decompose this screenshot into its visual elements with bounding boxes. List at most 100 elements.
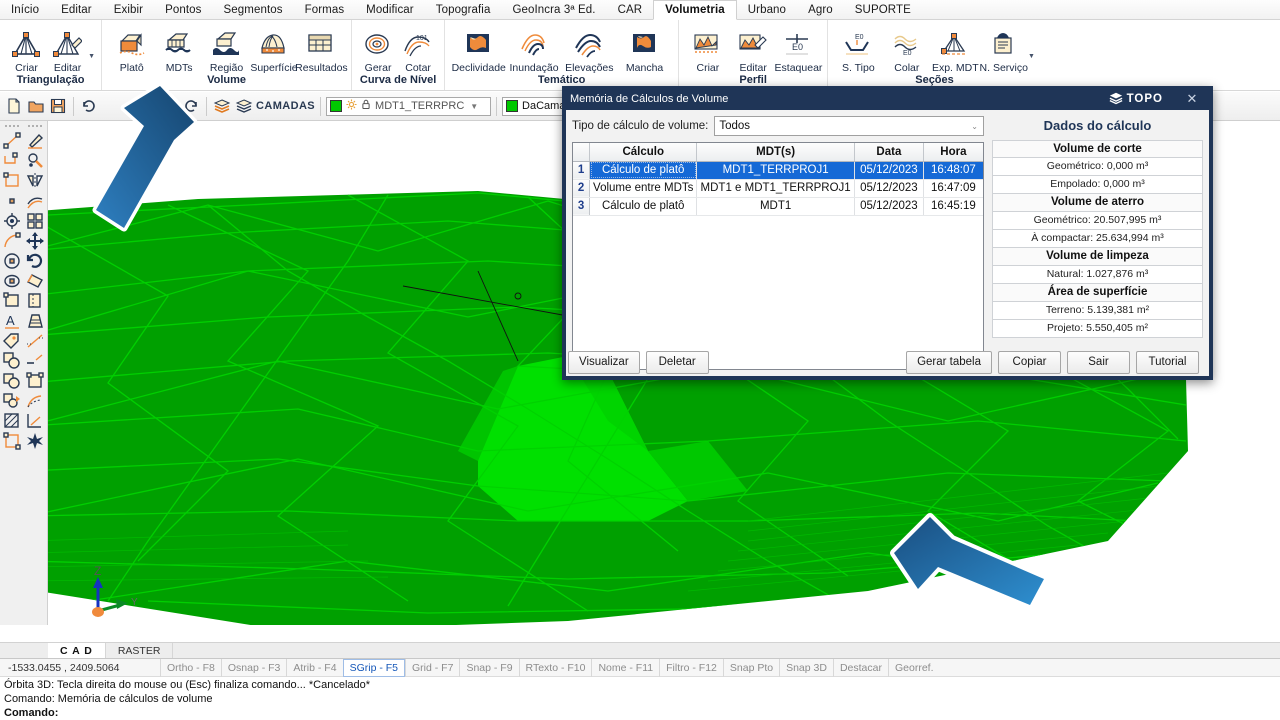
ribbon-button-declividade[interactable]: Declividade: [451, 29, 506, 74]
deletar-button[interactable]: Deletar: [645, 350, 709, 374]
cell-calculo[interactable]: Cálculo de platô: [589, 197, 698, 216]
layers-stack-icon[interactable]: [234, 96, 254, 116]
cell-hora[interactable]: 16:48:07: [923, 161, 983, 180]
status-toggle-nome-f11[interactable]: Nome - F11: [591, 658, 659, 677]
ribbon-button-regi-o[interactable]: Região: [203, 29, 250, 74]
sun-visibility-icon[interactable]: [346, 99, 357, 113]
status-toggle-atrib-f4[interactable]: Atrib - F4: [286, 658, 342, 677]
cell-n[interactable]: 3: [573, 197, 591, 216]
status-toggle-destacar[interactable]: Destacar: [832, 658, 888, 677]
trim-icon[interactable]: [25, 291, 46, 310]
ribbon-button-colar[interactable]: E0 Colar: [883, 29, 931, 74]
menu-item-topografia[interactable]: Topografia: [425, 0, 502, 19]
save-disk-icon[interactable]: [48, 96, 68, 116]
move-icon[interactable]: [25, 231, 46, 250]
chevron-down-icon[interactable]: ⌄: [971, 122, 978, 131]
chamfer-icon[interactable]: [25, 411, 46, 430]
polyline-icon[interactable]: [1, 151, 22, 170]
extend-icon[interactable]: [25, 311, 46, 330]
ribbon-group-expand-caret-icon[interactable]: ▼: [1028, 53, 1035, 60]
volume-calculation-dialog[interactable]: Memória de Cálculos de Volume TOPO ✕ Tip…: [562, 86, 1213, 380]
calculations-grid[interactable]: Cálculo MDT(s) Data Hora 1 Cálculo de pla…: [572, 142, 984, 370]
new-file-icon[interactable]: [4, 96, 24, 116]
palette-grip[interactable]: [4, 125, 19, 128]
ribbon-button-mancha[interactable]: Mancha: [617, 29, 672, 74]
overlap-circles-icon[interactable]: [1, 351, 22, 370]
col-data[interactable]: Data: [854, 143, 924, 162]
ribbon-button-eleva-es[interactable]: Elevações: [562, 29, 617, 74]
undo-icon[interactable]: [79, 96, 99, 116]
grid-split-icon[interactable]: [25, 211, 46, 230]
ellipse-icon[interactable]: [1, 271, 22, 290]
line-icon[interactable]: [1, 131, 22, 150]
rotate-shape-icon[interactable]: [1, 391, 22, 410]
cell-mdts[interactable]: MDT1: [696, 197, 856, 216]
curve-icon[interactable]: [25, 391, 46, 410]
menu-item-in-cio[interactable]: Início: [0, 0, 50, 19]
polygon-icon[interactable]: [1, 291, 22, 310]
volume-type-select[interactable]: Todos ⌄: [714, 116, 984, 136]
cell-n[interactable]: 2: [573, 179, 591, 198]
status-toggle-snap-f9[interactable]: Snap - F9: [459, 658, 518, 677]
ribbon-button-gerar[interactable]: Gerar: [358, 29, 398, 74]
menu-item-suporte[interactable]: SUPORTE: [844, 0, 922, 19]
menu-item-pontos[interactable]: Pontos: [154, 0, 212, 19]
cell-calculo[interactable]: Volume entre MDTs: [589, 179, 698, 198]
status-toggle-grid-f7[interactable]: Grid - F7: [405, 658, 459, 677]
cell-hora[interactable]: 16:47:09: [923, 179, 983, 198]
chevron-down-icon[interactable]: ▼: [470, 102, 478, 111]
layer-selector-combo[interactable]: MDT1_TERRPRC ▼: [326, 96, 492, 116]
ribbon-button-exp-mdt[interactable]: Exp. MDT: [931, 29, 979, 74]
ribbon-button-plat[interactable]: Platô: [108, 29, 155, 74]
doc-tab-cad[interactable]: C A D: [48, 643, 106, 658]
gerar-tabela-button[interactable]: Gerar tabela: [906, 350, 992, 374]
ribbon-button-editar[interactable]: Editar: [47, 29, 88, 74]
palette-grip[interactable]: [28, 125, 43, 128]
ribbon-button-inunda-o[interactable]: Inundação: [506, 29, 561, 74]
menu-item-volumetria[interactable]: Volumetria: [653, 0, 737, 20]
text-icon[interactable]: A: [1, 311, 22, 330]
cell-hora[interactable]: 16:45:19: [923, 197, 983, 216]
ribbon-button-criar[interactable]: Criar: [6, 29, 47, 74]
ribbon-button-s-tipo[interactable]: E0 S. Tipo: [834, 29, 882, 74]
menu-item-car[interactable]: CAR: [607, 0, 654, 19]
cell-mdts[interactable]: MDT1_TERRPROJ1: [696, 161, 856, 180]
visualizar-button[interactable]: Visualizar: [568, 350, 640, 374]
status-toggle-snap-pto[interactable]: Snap Pto: [722, 658, 779, 677]
scale-icon[interactable]: [25, 271, 46, 290]
menu-item-urbano[interactable]: Urbano: [737, 0, 797, 19]
ribbon-button-resultados[interactable]: Resultados: [295, 29, 348, 74]
hatch-icon[interactable]: [1, 411, 22, 430]
col-hora[interactable]: Hora: [923, 143, 983, 162]
redo-icon[interactable]: [181, 96, 201, 116]
menu-item-editar[interactable]: Editar: [50, 0, 103, 19]
status-toggle-georref[interactable]: Georref.: [887, 658, 940, 677]
command-line[interactable]: Órbita 3D: Tecla direita do mouse ou (Es…: [0, 677, 1280, 720]
circle-icon[interactable]: [1, 251, 22, 270]
offset-icon[interactable]: [25, 191, 46, 210]
tag-icon[interactable]: [1, 331, 22, 350]
cell-data[interactable]: 05/12/2023: [854, 197, 924, 216]
doc-tab-raster[interactable]: RASTER: [106, 643, 174, 658]
insert-point-icon[interactable]: [1, 211, 22, 230]
fillet-icon[interactable]: [25, 371, 46, 390]
dialog-titlebar[interactable]: Memória de Cálculos de Volume TOPO ✕: [564, 88, 1211, 110]
mirror-icon[interactable]: [25, 171, 46, 190]
cell-data[interactable]: 05/12/2023: [854, 161, 924, 180]
ribbon-button-n-servi-o[interactable]: N. Serviço: [980, 29, 1028, 74]
rotate-icon[interactable]: [25, 251, 46, 270]
crop-icon[interactable]: [1, 431, 22, 450]
status-toggle-filtro-f12[interactable]: Filtro - F12: [659, 658, 723, 677]
menu-item-modificar[interactable]: Modificar: [355, 0, 425, 19]
divide-line-icon[interactable]: [25, 331, 46, 350]
brush-icon[interactable]: [25, 131, 46, 150]
ribbon-button-estaquear[interactable]: E0 Estaquear: [775, 29, 822, 74]
cell-calculo[interactable]: Cálculo de platô: [589, 161, 698, 180]
ribbon-button-editar[interactable]: Editar: [731, 29, 776, 74]
menu-item-geoincra-3-ed[interactable]: GeoIncra 3ª Ed.: [501, 0, 606, 19]
copiar-button[interactable]: Copiar: [998, 350, 1061, 374]
menu-item-formas[interactable]: Formas: [294, 0, 356, 19]
lock-icon[interactable]: [361, 99, 371, 113]
status-toggle-rtexto-f10[interactable]: RTexto - F10: [518, 658, 592, 677]
close-icon[interactable]: ✕: [1179, 88, 1205, 110]
